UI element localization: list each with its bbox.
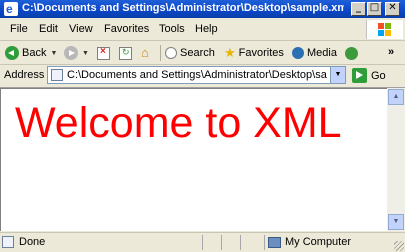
windows-logo <box>366 20 403 39</box>
menu-favorites[interactable]: Favorites <box>104 23 149 35</box>
go-button[interactable]: Go <box>352 68 386 83</box>
status-pane <box>221 235 222 250</box>
status-pane <box>202 235 203 250</box>
menu-bar: File Edit View Favorites Tools Help <box>0 19 405 41</box>
search-button[interactable]: Search <box>165 44 215 62</box>
address-dropdown-icon[interactable]: ▼ <box>330 67 345 83</box>
refresh-icon: ↻ <box>119 46 132 60</box>
minimize-button[interactable]: _ <box>351 2 366 16</box>
back-dropdown-icon[interactable]: ▼ <box>50 50 57 57</box>
back-arrow-icon <box>5 46 19 60</box>
title-bar[interactable]: e C:\Documents and Settings\Administrato… <box>0 0 405 18</box>
standard-toolbar: Back ▼ ▼ × ↻ ⌂ Search ★ Favorites Media <box>0 41 405 65</box>
history-button[interactable] <box>345 44 358 62</box>
maximize-button[interactable]: □ <box>367 2 382 16</box>
forward-arrow-icon <box>64 46 78 60</box>
stop-icon: × <box>97 46 110 60</box>
window-title: C:\Documents and Settings\Administrator\… <box>22 2 344 14</box>
media-button[interactable]: Media <box>292 44 337 62</box>
page-status-icon <box>2 236 14 248</box>
toolbar-separator <box>160 45 161 61</box>
menu-file[interactable]: File <box>10 23 28 35</box>
favorites-button[interactable]: ★ Favorites <box>224 44 284 62</box>
refresh-button[interactable]: ↻ <box>119 44 132 62</box>
go-arrow-icon <box>352 68 367 83</box>
forward-dropdown-icon[interactable]: ▼ <box>82 50 89 57</box>
address-bar: Address C:\Documents and Settings\Admini… <box>0 65 405 88</box>
status-pane <box>264 235 265 250</box>
home-icon: ⌂ <box>141 44 149 60</box>
status-bar: Done My Computer <box>0 232 405 252</box>
status-message: Done <box>2 236 45 248</box>
back-button[interactable]: Back ▼ <box>5 44 57 62</box>
favorites-star-icon: ★ <box>224 45 236 60</box>
page-heading: Welcome to XML <box>15 99 342 147</box>
scroll-down-icon[interactable]: ▼ <box>388 214 404 230</box>
my-computer-icon <box>268 236 281 248</box>
address-url[interactable]: C:\Documents and Settings\Administrator\… <box>67 69 327 81</box>
internet-explorer-icon: e <box>4 2 18 16</box>
menu-tools[interactable]: Tools <box>159 23 185 35</box>
forward-button[interactable]: ▼ <box>64 44 89 62</box>
status-pane <box>240 235 241 250</box>
page-content: Welcome to XML <box>0 88 387 231</box>
close-button[interactable]: ✕ <box>385 2 400 16</box>
page-icon <box>51 69 63 81</box>
menu-view[interactable]: View <box>69 23 93 35</box>
menu-edit[interactable]: Edit <box>39 23 58 35</box>
security-zone: My Computer <box>268 236 351 248</box>
search-icon <box>165 47 177 59</box>
address-input[interactable]: C:\Documents and Settings\Administrator\… <box>47 66 346 84</box>
home-button[interactable]: ⌂ <box>141 44 154 62</box>
resize-grip[interactable] <box>394 241 404 251</box>
media-icon <box>292 47 304 59</box>
stop-button[interactable]: × <box>97 44 110 62</box>
zone-text: My Computer <box>285 236 352 248</box>
address-label: Address <box>4 69 45 81</box>
history-icon <box>345 46 358 60</box>
toolbar-overflow-chevron[interactable]: » <box>388 43 394 61</box>
status-text: Done <box>19 236 46 248</box>
windows-flag-icon <box>378 23 392 36</box>
browser-window: e C:\Documents and Settings\Administrato… <box>0 0 405 252</box>
menu-help[interactable]: Help <box>195 23 218 35</box>
vertical-scrollbar[interactable]: ▲ ▼ <box>387 88 405 231</box>
scroll-up-icon[interactable]: ▲ <box>388 89 404 105</box>
